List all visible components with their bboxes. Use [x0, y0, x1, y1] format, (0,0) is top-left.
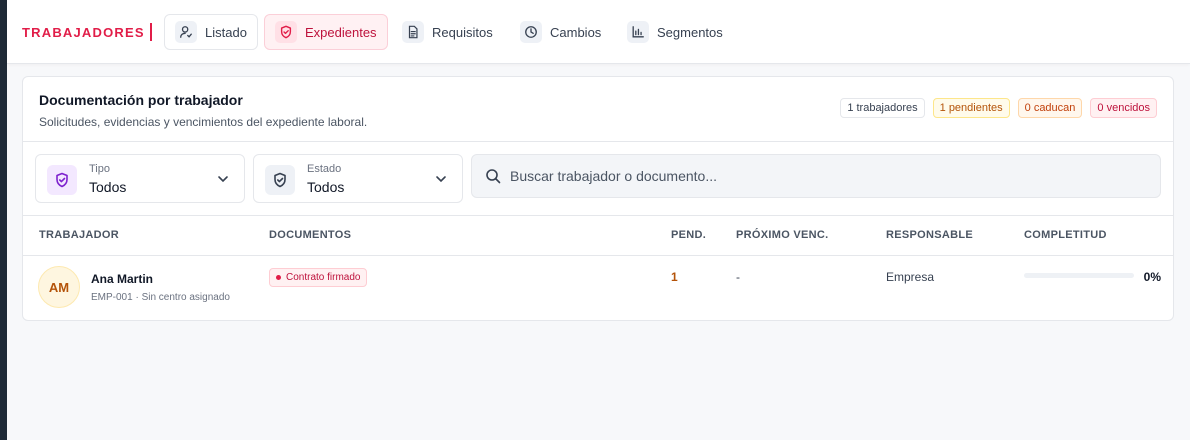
tab-label: Listado	[205, 24, 247, 40]
user-check-icon	[175, 21, 197, 43]
card-title: Documentación por trabajador	[39, 92, 243, 108]
shield-icon	[47, 165, 77, 195]
next-due-value: -	[736, 270, 740, 284]
col-header-completeness[interactable]: COMPLETITUD	[1024, 229, 1107, 241]
status-dot-icon	[276, 275, 281, 280]
tipo-label: Tipo	[89, 163, 110, 175]
avatar: AM	[38, 266, 80, 308]
chevron-down-icon	[436, 176, 446, 183]
tab-label: Expedientes	[305, 24, 377, 40]
table-header-divider	[23, 255, 1173, 256]
col-header-responsible[interactable]: RESPONSABLE	[886, 229, 973, 241]
tab-label: Segmentos	[657, 24, 723, 40]
tipo-value: Todos	[89, 179, 127, 195]
worker-name[interactable]: Ana Martin	[91, 272, 153, 286]
tab-requisitos[interactable]: Requisitos	[392, 14, 503, 50]
tab-listado[interactable]: Listado	[164, 14, 258, 50]
tab-expedientes[interactable]: Expedientes	[264, 14, 388, 50]
shield-icon	[265, 165, 295, 195]
estado-select[interactable]: Estado Todos	[253, 154, 463, 203]
bar-chart-icon	[627, 21, 649, 43]
completeness-bar	[1024, 273, 1134, 278]
col-header-next-due[interactable]: PRÓXIMO VENC.	[736, 229, 829, 241]
pending-count: 1	[671, 270, 678, 284]
filters-divider	[23, 215, 1173, 216]
tab-label: Requisitos	[432, 24, 493, 40]
app-sidebar-edge	[0, 0, 7, 440]
tipo-select[interactable]: Tipo Todos	[35, 154, 245, 203]
brand-divider	[150, 23, 152, 41]
summary-badges: 1 trabajadores 1 pendientes 0 caducan 0 …	[840, 98, 1157, 118]
pending-badge: 1 pendientes	[932, 98, 1010, 118]
expired-badge: 0 vencidos	[1090, 98, 1157, 118]
shield-icon	[275, 21, 297, 43]
worker-meta: EMP-001 · Sin centro asignado	[91, 292, 230, 303]
search-icon	[486, 169, 501, 184]
top-navigation: TRABAJADORES Listado Expedientes Requisi…	[7, 0, 1190, 64]
document-status-pill[interactable]: Contrato firmado	[269, 268, 368, 287]
completeness-percent: 0%	[1143, 270, 1161, 284]
workers-count-badge: 1 trabajadores	[840, 98, 925, 118]
document-icon	[402, 21, 424, 43]
search-box	[471, 154, 1161, 198]
tab-cambios[interactable]: Cambios	[510, 14, 611, 50]
document-name: Contrato firmado	[286, 272, 361, 283]
chevron-down-icon	[218, 176, 228, 183]
col-header-worker[interactable]: TRABAJADOR	[39, 229, 119, 241]
tab-segmentos[interactable]: Segmentos	[617, 14, 733, 50]
documents-card: Documentación por trabajador Solicitudes…	[22, 76, 1174, 321]
header-divider	[23, 141, 1173, 142]
search-input[interactable]	[510, 155, 1150, 197]
estado-value: Todos	[307, 179, 345, 195]
estado-label: Estado	[307, 163, 342, 175]
expiring-badge: 0 caducan	[1017, 98, 1083, 118]
col-header-pending[interactable]: PEND.	[671, 229, 706, 241]
card-subtitle: Solicitudes, evidencias y vencimientos d…	[39, 115, 368, 129]
section-title: TRABAJADORES	[22, 25, 145, 40]
responsible-value: Empresa	[886, 270, 935, 284]
col-header-documents[interactable]: DOCUMENTOS	[269, 229, 351, 241]
tab-label: Cambios	[550, 24, 602, 40]
clock-icon	[520, 21, 542, 43]
